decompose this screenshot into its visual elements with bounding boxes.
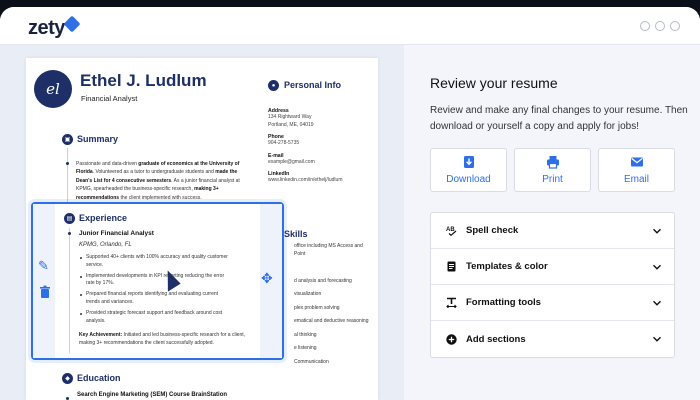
email-button[interactable]: Email [598,148,675,192]
experience-bullets[interactable]: Supported 40+ clients with 100% accuracy… [79,254,229,328]
window-dot-icon[interactable] [640,21,650,31]
review-panel: Review your resume Review and make any f… [404,45,700,400]
skill-item: e listening [294,345,317,351]
experience-section[interactable]: ▤ Experience Junior Financial Analyst KP… [31,202,284,360]
download-button[interactable]: Download [430,148,507,192]
chevron-down-icon [653,228,661,234]
resume-job-title[interactable]: Financial Analyst [81,94,137,103]
text-format-icon [446,297,457,308]
skills-list[interactable]: office including MS Access and Point d a… [294,243,378,372]
address-line-2: Portland, ME, 04019 [268,121,314,128]
document-icon [446,261,457,272]
resume-name[interactable]: Ethel J. Ludlum [80,71,207,91]
linkedin-value: www.linkedin.com/in/ethelj/ludlum [268,177,343,183]
list-item: Prepared financial reports identifying a… [79,291,229,307]
personal-info-block[interactable]: Address 134 Rightward Way Portland, ME, … [268,103,378,185]
skill-item: Communication [294,358,329,365]
timeline-line [69,228,70,353]
skill-item: visualization [294,291,322,297]
education-item[interactable]: Search Engine Marketing (SEM) Course Bra… [77,392,227,398]
download-label: Download [446,174,491,185]
experience-company[interactable]: KPMG, Orlando, FL [79,242,132,248]
timeline-line [67,148,68,208]
logo-text: zety [28,17,65,39]
accordion-label: Templates & color [466,261,548,272]
summary-heading: Summary [77,134,119,144]
accordion-label: Add sections [466,333,526,345]
timeline-dot [66,162,69,165]
skill-item: d analysis and forecasting [294,277,352,284]
list-item: Supported 40+ clients with 100% accuracy… [79,254,229,270]
window-dot-icon[interactable] [670,21,680,31]
experience-heading: Experience [79,213,128,223]
experience-role[interactable]: Junior Financial Analyst [79,230,154,237]
spell-check-icon: AB [446,225,457,236]
window-dot-icon[interactable] [655,21,665,31]
resume-canvas: el Ethel J. Ludlum Financial Analyst ▣ S… [0,45,404,400]
accordion-add-sections[interactable]: Add sections [431,321,674,357]
skill-item: plex problem solving [294,304,340,311]
experience-section-icon: ▤ [64,213,75,224]
accordion-spell-check[interactable]: AB Spell check [431,213,674,249]
summary-section-icon: ▣ [62,134,73,145]
print-label: Print [542,174,563,185]
experience-left-toolbar [33,204,55,358]
envelope-icon [630,157,643,167]
pencil-icon[interactable]: ✎ [38,259,52,273]
skills-heading: Skills [284,229,308,239]
move-icon[interactable]: ✥ [261,271,275,285]
download-icon [463,156,474,168]
skill-item: al thinking [294,331,317,338]
window-controls [640,21,680,31]
education-section-icon: ◆ [62,373,73,384]
list-item: Implemented developments in KPI reportin… [79,273,229,289]
chevron-down-icon [653,264,661,270]
page-title: Review your resume [430,75,558,91]
education-heading: Education [77,373,121,383]
chevron-down-icon [653,300,661,306]
address-line-1: 134 Rightward Way [268,114,312,120]
key-achievement[interactable]: Key Achievement: Initiated and led busin… [79,332,259,348]
phone-value: 904-278-5735 [268,140,300,146]
personal-info-heading: Personal Info [284,80,342,90]
personal-info-icon: ● [268,80,279,91]
summary-text[interactable]: Passionate and data-driven graduate of e… [76,160,246,202]
accordion-templates-color[interactable]: Templates & color [431,249,674,285]
zety-logo[interactable]: zety [28,15,81,40]
printer-icon [546,156,559,169]
app-window: zety el Ethel J. Ludlum Financial Analys… [0,7,700,400]
avatar: el [34,70,72,108]
logo-mark-icon [63,15,81,32]
accordion-label: Formatting tools [466,297,541,308]
skill-item [294,264,378,278]
chevron-down-icon [653,336,661,342]
accordion-formatting-tools[interactable]: Formatting tools [431,285,674,321]
skill-item: Point [294,250,306,257]
email-label: Email [623,174,649,185]
timeline-dot [68,232,71,235]
email-value: example@gmail.com [268,158,315,165]
panel-description: Review and make any final changes to you… [430,105,688,132]
plus-circle-icon [446,333,457,345]
skill-item: ematical and deductive reasoning [294,318,369,324]
list-item: Provided strategic forecast support and … [79,310,229,326]
title-bar: zety [0,7,700,45]
action-buttons: Download Print Email [430,148,675,192]
tools-accordion: AB Spell check Templates & color Formatt… [430,212,675,358]
print-button[interactable]: Print [514,148,591,192]
trash-icon[interactable] [38,285,52,299]
accordion-label: Spell check [466,225,519,236]
